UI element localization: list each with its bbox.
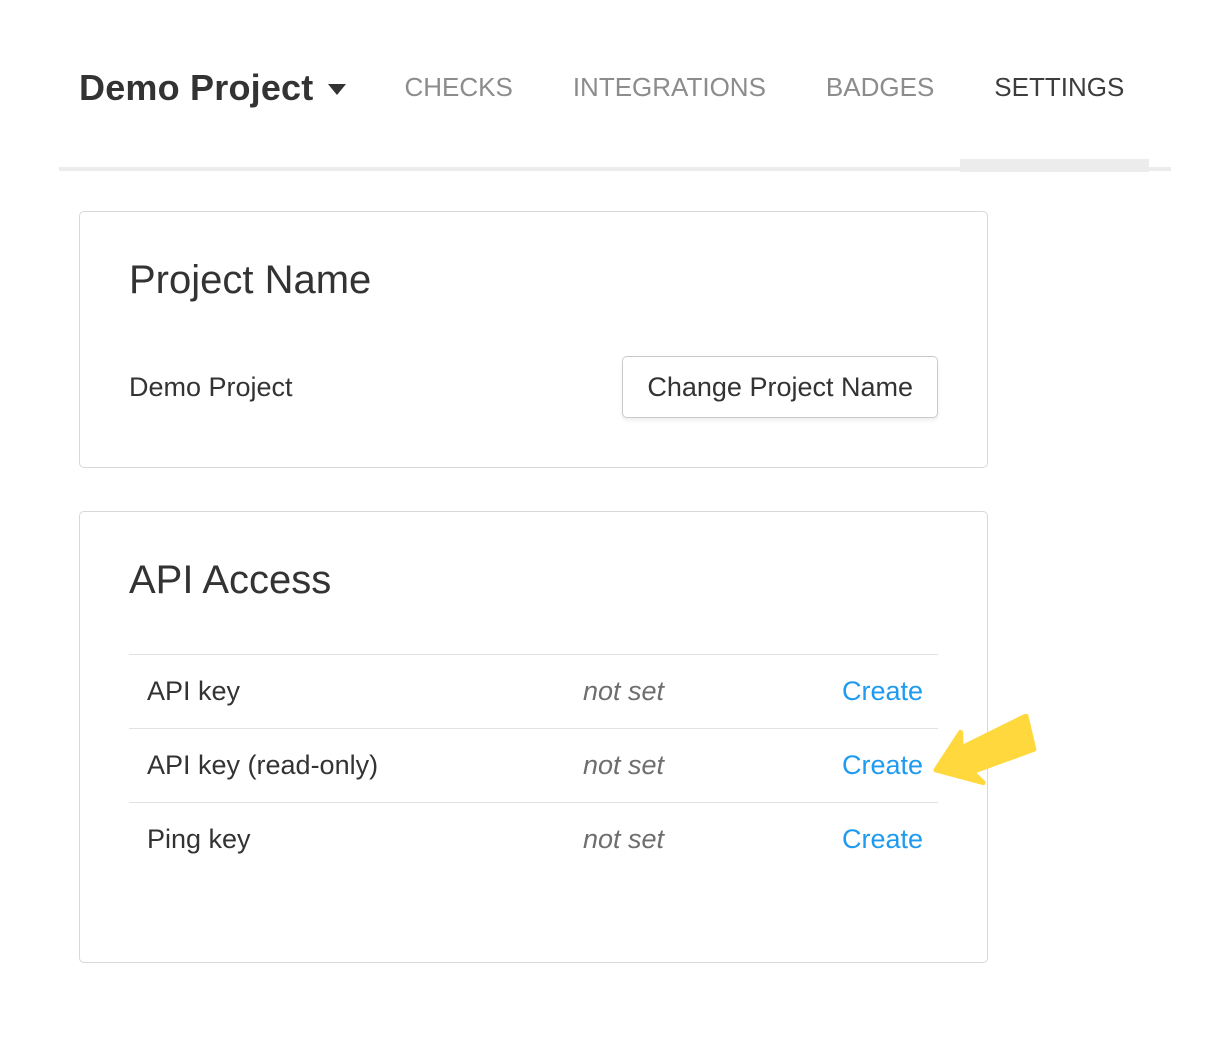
- table-row-api-key-readonly: API key (read-only) not set Create: [129, 728, 938, 802]
- current-project-name: Demo Project: [129, 372, 293, 403]
- caret-down-icon: [328, 84, 346, 95]
- settings-page: Demo Project CHECKS INTEGRATIONS BADGES …: [0, 0, 1220, 1059]
- tab-integrations[interactable]: INTEGRATIONS: [543, 72, 796, 103]
- project-switcher-dropdown[interactable]: Demo Project: [79, 67, 346, 109]
- tab-checks[interactable]: CHECKS: [374, 72, 542, 103]
- api-keys-table: API key not set Create API key (read-onl…: [129, 654, 938, 876]
- nav-tabs: CHECKS INTEGRATIONS BADGES SETTINGS: [374, 72, 1154, 103]
- project-name-card-title: Project Name: [129, 256, 938, 304]
- tab-settings[interactable]: SETTINGS: [964, 72, 1154, 103]
- ping-key-label: Ping key: [129, 824, 583, 855]
- project-name-row: Demo Project Change Project Name: [129, 356, 938, 418]
- api-access-card: API Access API key not set Create API ke…: [79, 511, 988, 963]
- create-ping-key-link[interactable]: Create: [842, 824, 923, 854]
- api-access-card-title: API Access: [129, 556, 938, 604]
- table-row-ping-key: Ping key not set Create: [129, 802, 938, 876]
- api-key-label: API key: [129, 676, 583, 707]
- tab-badges[interactable]: BADGES: [796, 72, 964, 103]
- api-key-value: not set: [583, 676, 823, 707]
- api-key-readonly-label: API key (read-only): [129, 750, 583, 781]
- change-project-name-button[interactable]: Change Project Name: [622, 356, 938, 418]
- top-nav: Demo Project CHECKS INTEGRATIONS BADGES …: [79, 64, 1154, 111]
- active-tab-indicator: [960, 159, 1149, 172]
- create-api-key-link[interactable]: Create: [842, 676, 923, 706]
- ping-key-value: not set: [583, 824, 823, 855]
- create-api-key-readonly-link[interactable]: Create: [842, 750, 923, 780]
- table-row-api-key: API key not set Create: [129, 654, 938, 728]
- project-name-card: Project Name Demo Project Change Project…: [79, 211, 988, 468]
- project-title: Demo Project: [79, 67, 313, 109]
- api-key-readonly-value: not set: [583, 750, 823, 781]
